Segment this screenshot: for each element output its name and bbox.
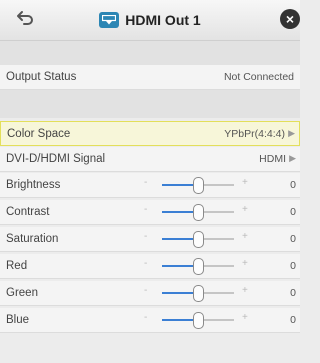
signal-row[interactable]: DVI-D/HDMI Signal HDMI ▶ — [0, 147, 300, 172]
hdmi-output-icon — [99, 12, 120, 28]
slider-track-filled — [162, 238, 193, 240]
page-title: HDMI Out 1 — [125, 12, 201, 28]
slider-thumb[interactable] — [193, 204, 204, 221]
plus-icon[interactable]: + — [242, 258, 248, 269]
red-slider[interactable]: - + — [138, 254, 278, 278]
plus-icon[interactable]: + — [242, 231, 248, 242]
slider-thumb[interactable] — [193, 312, 204, 329]
slider-row-saturation: Saturation - +0 — [0, 227, 300, 252]
slider-track-empty — [203, 292, 234, 294]
slider-thumb[interactable] — [193, 258, 204, 275]
plus-icon[interactable]: + — [242, 177, 248, 188]
section-spacer — [0, 41, 300, 65]
minus-icon[interactable]: - — [144, 231, 147, 242]
saturation-slider[interactable]: - + — [138, 227, 278, 251]
slider-track-empty — [203, 319, 234, 321]
green-slider[interactable]: - + — [138, 281, 278, 305]
slider-value: 0 — [290, 179, 296, 191]
plus-icon[interactable]: + — [242, 285, 248, 296]
slider-track-filled — [162, 292, 193, 294]
slider-label: Saturation — [6, 233, 59, 245]
slider-track-filled — [162, 184, 193, 186]
plus-icon[interactable]: + — [242, 204, 248, 215]
minus-icon[interactable]: - — [144, 312, 147, 323]
plus-icon[interactable]: + — [242, 312, 248, 323]
minus-icon[interactable]: - — [144, 177, 147, 188]
color-space-row[interactable]: Color Space YPbPr(4:4:4) ▶ — [0, 121, 300, 146]
slider-thumb[interactable] — [193, 177, 204, 194]
section-spacer — [0, 90, 300, 118]
slider-track-filled — [162, 319, 193, 321]
slider-label: Contrast — [6, 206, 50, 218]
slider-thumb[interactable] — [193, 231, 204, 248]
color-space-value: YPbPr(4:4:4) — [224, 128, 285, 140]
slider-thumb[interactable] — [193, 285, 204, 302]
chevron-right-icon: ▶ — [288, 128, 295, 138]
slider-row-red: Red - +0 — [0, 254, 300, 279]
slider-track-empty — [203, 211, 234, 213]
close-icon[interactable]: × — [280, 9, 300, 29]
slider-track-empty — [203, 184, 234, 186]
slider-row-blue: Blue - +0 — [0, 308, 300, 333]
minus-icon[interactable]: - — [144, 285, 147, 296]
slider-value: 0 — [290, 287, 296, 299]
slider-row-green: Green - +0 — [0, 281, 300, 306]
minus-icon[interactable]: - — [144, 258, 147, 269]
slider-track-empty — [203, 238, 234, 240]
signal-value: HDMI — [259, 153, 286, 165]
slider-value: 0 — [290, 233, 296, 245]
slider-label: Green — [6, 287, 38, 299]
slider-value: 0 — [290, 206, 296, 218]
chevron-right-icon: ▶ — [289, 153, 296, 163]
contrast-slider[interactable]: - + — [138, 200, 278, 224]
slider-label: Blue — [6, 314, 30, 326]
output-status-label: Output Status — [6, 71, 77, 83]
slider-track-filled — [162, 265, 193, 267]
blue-slider[interactable]: - + — [138, 308, 278, 332]
output-status-row: Output Status Not Connected — [0, 65, 300, 90]
slider-track-empty — [203, 265, 234, 267]
slider-label: Brightness — [6, 179, 61, 191]
minus-icon[interactable]: - — [144, 204, 147, 215]
slider-row-brightness: Brightness - +0 — [0, 173, 300, 198]
output-status-value: Not Connected — [223, 71, 294, 83]
slider-row-contrast: Contrast - +0 — [0, 200, 300, 225]
title-group: HDMI Out 1 — [0, 0, 300, 40]
slider-value: 0 — [290, 260, 296, 272]
header-bar: HDMI Out 1 × — [0, 0, 300, 41]
slider-label: Red — [6, 260, 28, 272]
slider-value: 0 — [290, 314, 296, 326]
slider-track-filled — [162, 211, 193, 213]
signal-label: DVI-D/HDMI Signal — [6, 153, 106, 165]
brightness-slider[interactable]: - + — [138, 173, 278, 197]
color-space-label: Color Space — [7, 128, 71, 140]
